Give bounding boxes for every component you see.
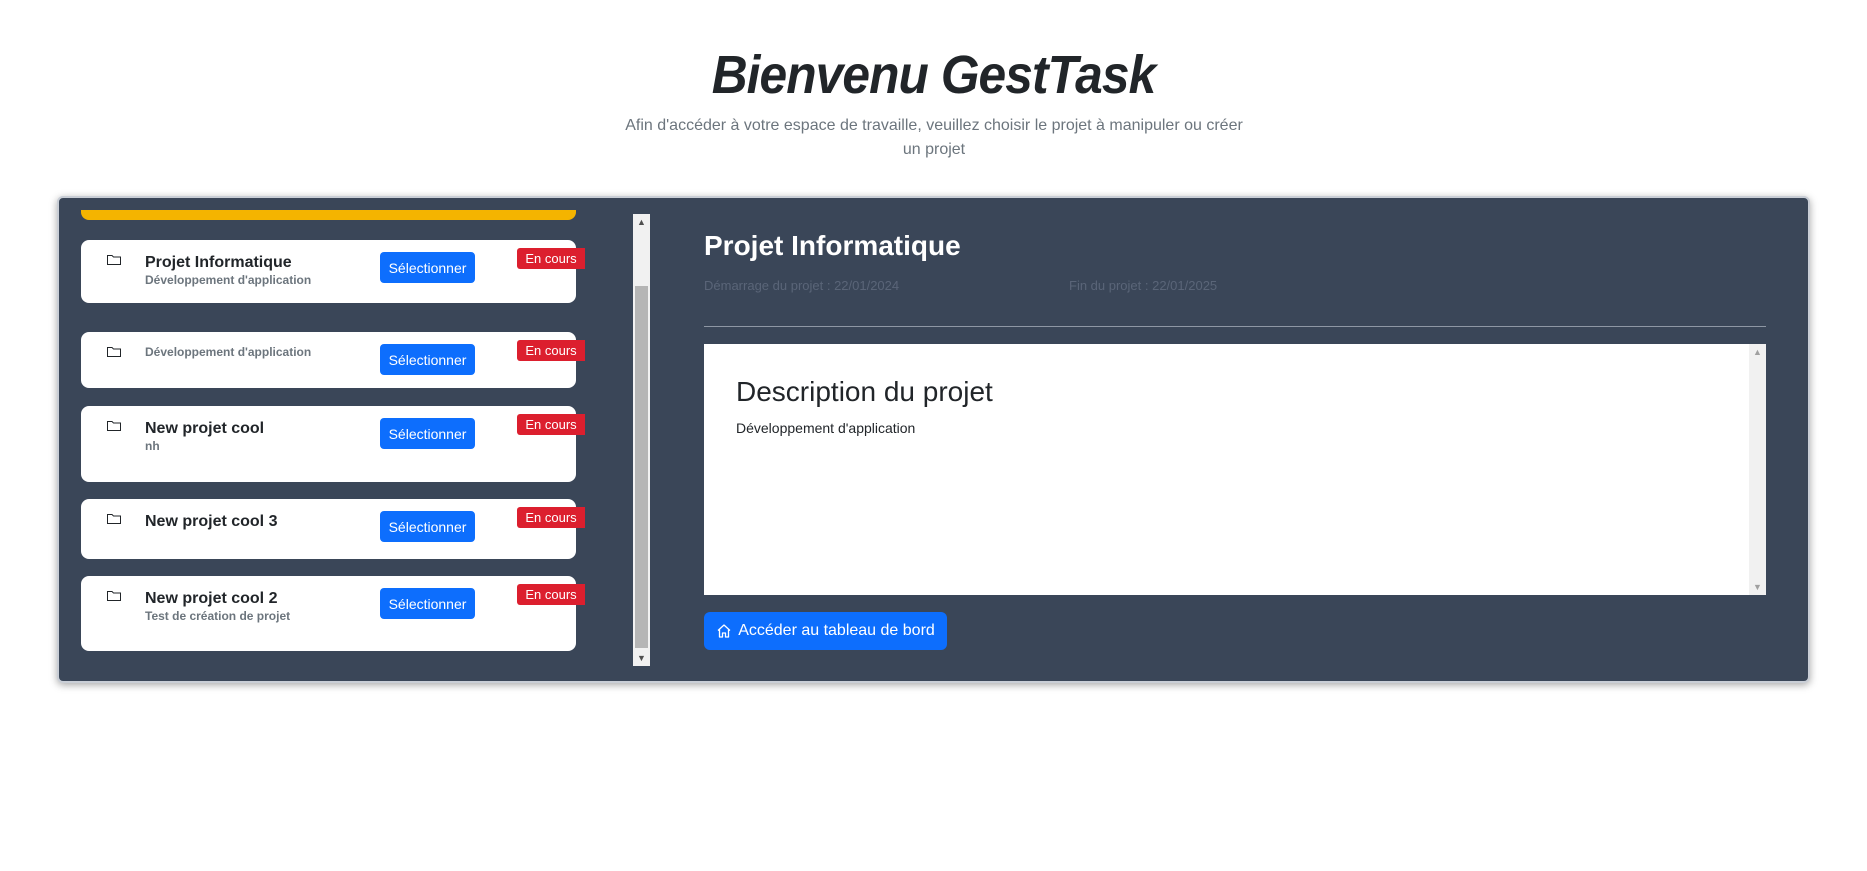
- dashboard-button-label: Accéder au tableau de bord: [738, 622, 935, 639]
- project-detail-title: Projet Informatique: [704, 230, 961, 261]
- description-text: Développement d'application: [736, 420, 916, 436]
- select-project-button[interactable]: Sélectionner: [380, 344, 475, 375]
- status-badge: En cours: [517, 507, 585, 528]
- folder-icon: [107, 347, 121, 357]
- page-subtitle: Afin d'accéder à votre espace de travail…: [625, 117, 1243, 158]
- project-card[interactable]: New projet cool 3 Sélectionner En cours: [81, 499, 585, 559]
- arrow-down-icon[interactable]: ▼: [633, 650, 650, 666]
- project-start-date: Démarrage du projet : 22/01/2024: [704, 278, 900, 293]
- project-panel: Projet Informatique Développement d'appl…: [57, 196, 1810, 683]
- project-end-date: Fin du projet : 22/01/2025: [1069, 278, 1218, 293]
- status-badge: En cours: [517, 340, 585, 361]
- project-description-box[interactable]: Description du projet Développement d'ap…: [704, 344, 1766, 595]
- page-title: Bienvenu GestTask: [711, 45, 1157, 105]
- select-project-button[interactable]: Sélectionner: [380, 511, 475, 542]
- folder-icon: [107, 255, 121, 265]
- project-card[interactable]: Développement d'application Sélectionner…: [81, 332, 585, 388]
- project-name: New projet cool 3: [145, 513, 278, 530]
- select-project-button[interactable]: Sélectionner: [380, 252, 475, 283]
- dashboard-button[interactable]: Accéder au tableau de bord: [704, 612, 947, 650]
- status-badge: En cours: [517, 248, 585, 269]
- description-scrollbar[interactable]: ▲ ▼: [1749, 344, 1766, 595]
- status-badge: En cours: [517, 584, 585, 605]
- project-card[interactable]: New projet cool 2 Test de création de pr…: [81, 576, 585, 651]
- folder-icon: [107, 514, 121, 524]
- project-name: Projet Informatique: [145, 254, 292, 271]
- description-heading: Description du projet: [736, 376, 993, 407]
- project-card[interactable]: Projet Informatique Développement d'appl…: [81, 240, 585, 303]
- selected-project-strip[interactable]: [81, 210, 576, 220]
- scrollbar-thumb[interactable]: [635, 286, 648, 648]
- folder-icon: [107, 591, 121, 601]
- project-description: nh: [145, 439, 160, 453]
- arrow-up-icon[interactable]: ▲: [633, 214, 650, 230]
- project-card[interactable]: New projet cool nh Sélectionner En cours: [81, 406, 585, 482]
- project-description: Développement d'application: [145, 345, 312, 359]
- project-list-scrollbar[interactable]: ▲ ▼: [633, 214, 650, 666]
- folder-icon: [107, 421, 121, 431]
- select-project-button[interactable]: Sélectionner: [380, 588, 475, 619]
- project-description: Développement d'application: [145, 273, 312, 287]
- arrow-down-icon[interactable]: ▼: [1749, 579, 1766, 595]
- divider: [704, 326, 1766, 327]
- select-project-button[interactable]: Sélectionner: [380, 418, 475, 449]
- project-name: New projet cool: [145, 420, 265, 437]
- project-name: New projet cool 2: [145, 590, 278, 607]
- home-icon: [717, 624, 731, 638]
- project-description: Test de création de projet: [145, 609, 291, 623]
- status-badge: En cours: [517, 414, 585, 435]
- arrow-up-icon[interactable]: ▲: [1749, 344, 1766, 360]
